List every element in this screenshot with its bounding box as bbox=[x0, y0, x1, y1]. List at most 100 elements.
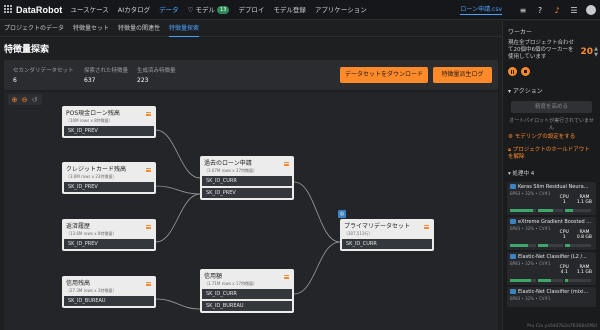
nav-item-model-registry[interactable]: モデル登録 bbox=[273, 0, 306, 20]
node-bureau-balance[interactable]: 信用残高 （27.3M rows x 3特徴量） SK_ID_BUREAU bbox=[62, 276, 156, 308]
download-dataset-button[interactable]: データセットをダウンロード bbox=[340, 67, 428, 83]
node-menu-icon[interactable] bbox=[284, 162, 289, 166]
datarobot-logo-icon bbox=[4, 5, 13, 14]
help-icon[interactable]: ? bbox=[534, 4, 546, 16]
tab-feature-sets[interactable]: 特徴量セット bbox=[73, 21, 109, 37]
node-menu-icon[interactable] bbox=[284, 275, 289, 279]
queue-job[interactable]: Elastic-Net Classifier (mixi... BP83 • 3… bbox=[507, 287, 596, 307]
node-bureau[interactable]: 信用額 （1.71M rows x 17特徴量） SK_ID_CURR SK_I… bbox=[200, 269, 294, 313]
node-key[interactable]: SK_ID_CURR bbox=[202, 176, 292, 186]
stat-label: 生成済み特徴量 bbox=[137, 68, 176, 74]
stat-label: 探索された特徴量 bbox=[84, 68, 129, 74]
queue-job[interactable]: eXtreme Gradient Boosted ... BP83 • 32% … bbox=[507, 217, 596, 250]
link-bureau-bal-to-bureau bbox=[155, 298, 201, 310]
progress-bar bbox=[565, 209, 592, 212]
configure-modeling-link[interactable]: ⚙ モデリングの設定をする bbox=[503, 131, 600, 144]
nav-item-use-cases[interactable]: ユースケース bbox=[70, 0, 108, 20]
improve-accuracy-button[interactable]: 精度を高める bbox=[511, 101, 592, 113]
stat-value: 6 bbox=[13, 77, 17, 84]
node-key[interactable]: SK_ID_PREV bbox=[202, 188, 292, 198]
node-menu-icon[interactable] bbox=[146, 168, 151, 172]
nav-item-data[interactable]: データ bbox=[159, 0, 179, 20]
sub-navigation: プロジェクトのデータ 特徴量セット 特徴量の関連性 特徴量探索 bbox=[0, 21, 502, 37]
menu-icon[interactable]: ☰ bbox=[568, 4, 580, 16]
worker-stepper-icon[interactable]: ▲ ▼ bbox=[594, 46, 598, 58]
main-nav: ユースケース AIカタログ データ ♡ モデル 13 デプロイ モデル登録 アプリ… bbox=[70, 0, 375, 20]
job-title: Elastic-Net Classifier (L2 /... bbox=[518, 254, 587, 260]
unlock-holdout-label: プロジェクトのホールドアウトを解除 bbox=[508, 147, 590, 160]
dataset-link[interactable]: ローン申請.csv bbox=[460, 6, 502, 15]
feature-derivation-log-button[interactable]: 特徴量派生ログ bbox=[433, 67, 492, 83]
link-prev-to-primary bbox=[293, 181, 341, 243]
logo[interactable]: DataRobot bbox=[4, 5, 62, 15]
node-key[interactable]: SK_ID_PREV bbox=[64, 239, 154, 249]
progress-bar bbox=[565, 244, 592, 247]
node-key[interactable]: SK_ID_CURR bbox=[342, 239, 432, 249]
link-credit-to-prev bbox=[155, 185, 201, 195]
node-title: 信用残高 bbox=[66, 280, 91, 287]
queue-job[interactable]: Elastic-Net Classifier (L2 /... BP83 • 3… bbox=[507, 252, 596, 285]
nav-item-deployments[interactable]: デプロイ bbox=[238, 0, 264, 20]
model-blueprint-icon bbox=[510, 219, 516, 224]
node-key[interactable]: SK_ID_BUREAU bbox=[64, 296, 154, 306]
node-menu-icon[interactable] bbox=[146, 282, 151, 286]
node-previous-application[interactable]: 過去のローン申請 （1.67M rows x 37特徴量） SK_ID_CURR… bbox=[200, 156, 294, 200]
node-menu-icon[interactable] bbox=[424, 225, 429, 229]
bell-icon[interactable]: ♪ bbox=[551, 4, 563, 16]
model-blueprint-icon bbox=[510, 254, 516, 259]
node-key[interactable]: SK_ID_BUREAU bbox=[202, 301, 292, 311]
queue-header-label: 処理中 bbox=[512, 171, 530, 177]
queue-job[interactable]: Keras Slim Residual Neura... BP93 • 32% … bbox=[507, 182, 596, 215]
node-size: （1.71M rows x 17特徴量） bbox=[204, 281, 257, 286]
nav-item-models-label: モデル bbox=[195, 5, 216, 14]
top-right-tools: ローン申請.csv ≡ ? ♪ ☰ bbox=[460, 0, 596, 20]
autopilot-hint: オートパイロットが実行されていません bbox=[509, 118, 594, 131]
models-count-badge: 13 bbox=[217, 5, 230, 14]
node-key[interactable]: SK_ID_PREV bbox=[64, 182, 154, 192]
node-installments[interactable]: 返済履歴 （13.6M rows x 8特徴量） SK_ID_PREV bbox=[62, 219, 156, 251]
link-bureau-to-primary bbox=[293, 241, 341, 295]
node-credit-card-balance[interactable]: クレジットカード残高 （3.8M rows x 23特徴量） SK_ID_PRE… bbox=[62, 162, 156, 194]
stat-explored-features: 探索された特徴量 637 bbox=[84, 66, 128, 84]
progress-fill bbox=[510, 279, 531, 282]
node-key[interactable]: SK_ID_PREV bbox=[64, 126, 154, 136]
nav-item-models[interactable]: ♡ モデル 13 bbox=[188, 0, 230, 20]
stat-generated-features: 生成済み特徴量 223 bbox=[137, 66, 176, 84]
nav-item-applications[interactable]: アプリケーション bbox=[315, 0, 367, 20]
build-id-text: Pro Cla ya5dd7b2e76368a5f6d bbox=[527, 324, 597, 329]
primary-target-icon: ◎ bbox=[338, 210, 346, 218]
tab-project-data[interactable]: プロジェクトのデータ bbox=[4, 21, 64, 37]
node-menu-icon[interactable] bbox=[146, 112, 151, 116]
lightbulb-icon: ♡ bbox=[187, 5, 196, 14]
node-pos-cash-balance[interactable]: POS現金ローン残高 （10M rows x 8特徴量） SK_ID_PREV bbox=[62, 106, 156, 138]
stat-label: セカンダリデータセット bbox=[13, 68, 74, 74]
unlock-holdout-link[interactable]: 🔒︎ プロジェクトのホールドアウトを解除 bbox=[503, 144, 600, 164]
queue-header: ▾ 処理中 4 bbox=[503, 164, 600, 180]
node-primary-dataset[interactable]: ◎ プライマリデータセット （307,511行） SK_ID_CURR bbox=[338, 210, 434, 251]
pause-icon[interactable] bbox=[508, 67, 517, 76]
tab-feature-discovery[interactable]: 特徴量探索 bbox=[169, 21, 200, 37]
nav-item-ai-catalog[interactable]: AIカタログ bbox=[118, 0, 150, 20]
sliders-icon[interactable]: ≡ bbox=[517, 4, 529, 16]
progress-fill bbox=[510, 209, 534, 212]
worker-controls bbox=[503, 63, 600, 80]
relationship-graph-canvas[interactable]: ⊕ ⊖ ↺ POS現金ローン残高 （10M rows x 8特徴量） SK_ID… bbox=[4, 92, 498, 330]
progress-bar bbox=[510, 279, 536, 282]
job-title: eXtreme Gradient Boosted ... bbox=[518, 219, 592, 225]
progress-fill bbox=[537, 244, 548, 247]
progress-bar bbox=[537, 279, 564, 282]
stop-icon[interactable] bbox=[521, 67, 530, 76]
node-menu-icon[interactable] bbox=[146, 225, 151, 229]
avatar[interactable] bbox=[586, 5, 596, 15]
node-key[interactable]: SK_ID_CURR bbox=[202, 289, 292, 299]
tab-feature-associations[interactable]: 特徴量の関連性 bbox=[118, 21, 160, 37]
queue-count: 4 bbox=[530, 171, 535, 177]
job-subtitle: BP83 • 32% • CV#1 bbox=[510, 296, 551, 301]
node-title: 過去のローン申請 bbox=[204, 160, 252, 167]
top-navigation-bar: DataRobot ユースケース AIカタログ データ ♡ モデル 13 デプロイ… bbox=[0, 0, 600, 20]
node-title: 返済履歴 bbox=[66, 223, 91, 230]
cpu-value: 1 bbox=[562, 235, 566, 240]
worker-count[interactable]: 20 bbox=[580, 47, 593, 57]
stat-secondary-datasets: セカンダリデータセット 6 bbox=[13, 66, 74, 84]
right-side-panel: ワーカー 現在全プロジェクト合わせて20個中6個のワーカーを使用しています 20… bbox=[502, 21, 600, 330]
